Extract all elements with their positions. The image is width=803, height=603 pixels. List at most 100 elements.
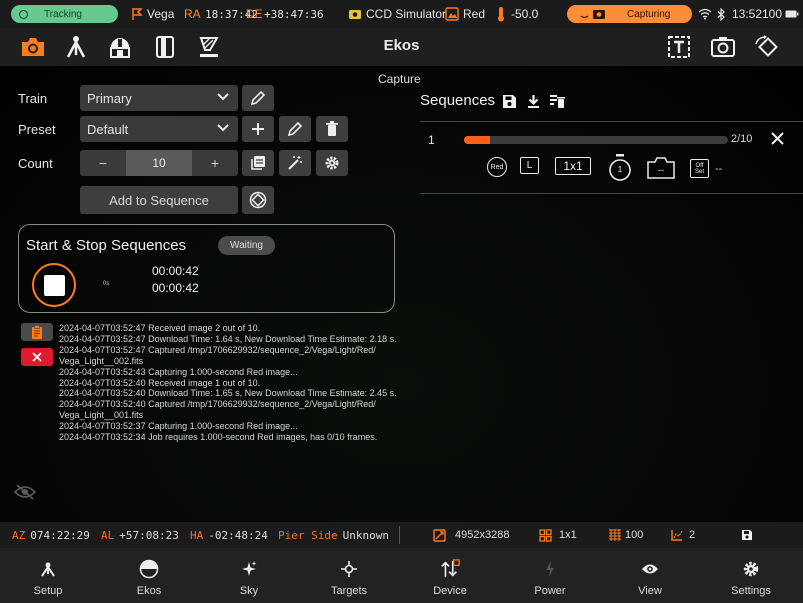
log-line: 2024-04-07T03:52:47 Download Time: 1.64 … [59,333,397,344]
total-time: 00:00:42 [152,281,199,295]
restore-icon [249,191,267,209]
de-value: +38:47:36 [264,7,324,21]
save-icon[interactable] [741,522,753,548]
nav-settings[interactable]: Settings [711,548,791,603]
gain-camera-icon: -- [646,156,676,180]
train-value: Primary [87,90,132,106]
filter-value: Red [487,157,507,177]
log-line: 2024-04-07T03:52:34 Job requires 1.000-s… [59,432,378,442]
resolution-value: 4952x3288 [455,529,510,541]
offset-label: Off Set [690,159,709,178]
screenshot-icon[interactable] [708,33,738,61]
filter-badge: Red [487,157,507,177]
binning-icon [539,528,552,542]
nav-view[interactable]: View [610,548,690,603]
de-label: DE [246,7,263,21]
eye-icon [640,559,660,579]
rotate-icon[interactable] [752,33,782,61]
pencil-icon [250,90,266,106]
nav-label: View [638,585,662,597]
trash-icon [325,121,339,137]
delete-preset-button[interactable] [316,116,348,142]
thermometer-icon [496,0,506,28]
remove-sequence-button[interactable] [771,132,784,145]
sequence-status-badge: Waiting [218,236,275,255]
quality-readout: 100 [609,522,643,548]
add-preset-button[interactable] [242,116,274,142]
pencil-icon [287,121,303,137]
gear-icon [324,155,340,171]
nav-sky[interactable]: Sky [209,548,289,603]
gear-icon [741,559,761,579]
magic-wand-icon [287,155,303,171]
preset-select[interactable]: Default [80,116,238,142]
tracking-indicator-icon [19,9,28,19]
capturing-status-pill[interactable]: Capturing [567,5,692,23]
nav-ekos[interactable]: Ekos [109,548,189,603]
divider [399,526,400,544]
capturing-label: Capturing [627,8,671,20]
nav-label: Settings [731,585,771,597]
sparkle-icon [239,559,259,579]
clear-log-button[interactable] [21,348,53,366]
nav-label: Setup [33,585,63,597]
exposure-value: 1 [617,165,623,174]
count-stepper: − 10 + [80,150,238,176]
sequence-index: 1 [428,133,435,147]
text-icon[interactable] [664,33,694,61]
crosshair-icon [339,559,359,579]
preset-label: Preset [18,122,56,137]
count-increment-button[interactable]: + [192,150,238,176]
download-sequence-icon[interactable] [526,94,541,109]
stop-sequence-button[interactable] [32,263,76,307]
offset-value: -- [715,163,723,175]
count-value[interactable]: 10 [126,150,192,176]
clipboard-icon [31,325,43,339]
pier-side-readout: Pier Side Unknown [278,522,389,548]
eye-off-icon[interactable] [14,484,36,500]
nav-label: Power [534,585,566,597]
nav-targets[interactable]: Targets [309,548,389,603]
save-sequence-icon[interactable] [502,94,517,109]
wifi-icon [698,0,712,28]
battery-icon [785,0,799,28]
nav-label: Targets [330,585,368,597]
edit-train-button[interactable] [242,85,274,111]
log-line: 2024-04-07T03:52:40 Download Time: 1.65 … [59,388,397,399]
ha-label: HA [190,528,204,542]
nav-setup[interactable]: Setup [8,548,88,603]
clipboard-log-button[interactable] [21,323,53,341]
tracking-status-pill[interactable]: Tracking [11,5,118,23]
tracking-label: Tracking [44,8,82,20]
setup-icon [38,559,58,579]
binning-badge: 1x1 [555,157,591,175]
nav-device[interactable]: Device [410,548,490,603]
edit-preset-button[interactable] [279,116,311,142]
clear-sequence-icon[interactable] [549,94,566,109]
binning-value: 1x1 [555,157,591,175]
quality-value: 100 [625,529,644,541]
grid-icon [609,529,621,541]
count-label: Count [18,156,53,171]
sequence-progress-bar [464,136,728,144]
exposure-timer-icon: 1 [606,154,634,182]
settings-button[interactable] [316,150,348,176]
close-icon [32,352,42,362]
reset-sequence-button[interactable] [242,186,274,214]
log-line: 2024-04-07T03:52:47 Received image 2 out… [59,323,261,333]
pier-label: Pier Side [278,528,338,542]
nav-power[interactable]: Power [510,548,590,603]
load-sequence-button[interactable] [242,150,274,176]
add-to-sequence-button[interactable]: Add to Sequence [80,186,238,214]
count-decrement-button[interactable]: − [80,150,126,176]
chevron-down-icon [217,93,229,101]
log-line: 2024-04-07T03:52:43 Capturing 1.000-seco… [59,366,298,377]
stop-icon [43,274,65,296]
train-select[interactable]: Primary [80,85,238,111]
capture-module-title: Capture [378,72,421,86]
train-label: Train [18,91,48,106]
resolution-readout: 4952x3288 [433,522,509,548]
magic-wand-button[interactable] [279,150,311,176]
az-label: AZ [12,528,26,542]
chevron-down-icon [217,124,229,132]
